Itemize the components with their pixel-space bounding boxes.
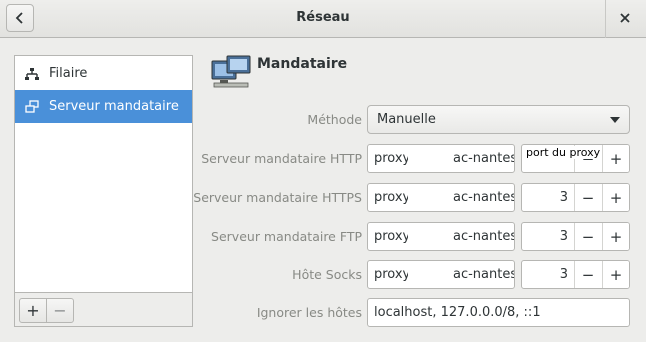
method-label: Méthode [307,112,362,127]
socks-port-spinner[interactable]: 3 − + [521,260,630,289]
socks-host-input[interactable]: proxy ac-nantes [367,260,515,289]
redaction-mask [408,223,452,250]
host-text: proxy [374,267,411,282]
sidebar: Filaire Serveur mandataire + − [14,55,193,327]
close-button[interactable] [612,5,638,31]
host-text-end: ac-nantes [453,190,515,205]
ftp-proxy-host-input[interactable]: proxy ac-nantes [367,222,515,251]
increment-button[interactable]: + [602,223,629,250]
increment-button[interactable]: + [602,145,629,172]
redaction-mask [408,261,452,288]
close-icon [620,13,630,23]
sidebar-item-label: Filaire [49,66,88,81]
decrement-button[interactable]: − [574,223,601,250]
increment-button[interactable]: + [602,184,629,211]
title-separator [605,0,606,38]
redaction-mask [408,184,452,211]
http-proxy-host-input[interactable]: proxy ac-nantes [367,144,515,173]
sidebar-item-filaire[interactable]: Filaire [15,57,192,90]
socks-host-label: Hôte Socks [292,267,362,282]
host-text-end: ac-nantes [453,151,515,166]
sidebar-toolbar: + − [15,292,192,326]
proxy-icon [25,99,39,113]
decrement-button[interactable]: − [574,261,601,288]
sidebar-item-label: Serveur mandataire [49,99,179,114]
ftp-proxy-port-spinner[interactable]: 3 − + [521,222,630,251]
https-proxy-host-input[interactable]: proxy ac-nantes [367,183,515,212]
host-text: proxy [374,190,411,205]
network-proxy-icon [211,55,251,88]
window-title: Réseau [296,10,350,25]
add-connection-button[interactable]: + [19,298,47,323]
port-tooltip: port du proxy [524,146,603,159]
method-dropdown[interactable]: Manuelle [367,105,630,134]
host-text-end: ac-nantes [453,267,515,282]
https-proxy-port-spinner[interactable]: 3 − + [521,183,630,212]
ftp-proxy-label: Serveur mandataire FTP [211,229,362,244]
https-proxy-label: Serveur mandataire HTTPS [193,190,362,205]
panel-title: Mandataire [257,56,348,72]
ignore-hosts-input[interactable]: localhost, 127.0.0.0/8, ::1 [367,298,630,327]
port-value: 3 [559,267,568,282]
wired-network-icon [25,67,39,80]
remove-connection-button[interactable]: − [46,298,74,323]
chevron-down-icon [610,117,620,123]
header-bar: Réseau [0,0,646,38]
port-value: 3 [559,229,568,244]
host-text-end: ac-nantes [453,229,515,244]
http-proxy-label: Serveur mandataire HTTP [201,151,362,166]
decrement-button[interactable]: − [574,184,601,211]
host-text: proxy [374,151,411,166]
ignore-hosts-label: Ignorer les hôtes [256,305,362,320]
redaction-mask [408,145,452,172]
host-text: proxy [374,229,411,244]
method-value: Manuelle [377,112,436,127]
port-value: 3 [559,190,568,205]
increment-button[interactable]: + [602,261,629,288]
sidebar-item-proxy[interactable]: Serveur mandataire [15,90,192,123]
